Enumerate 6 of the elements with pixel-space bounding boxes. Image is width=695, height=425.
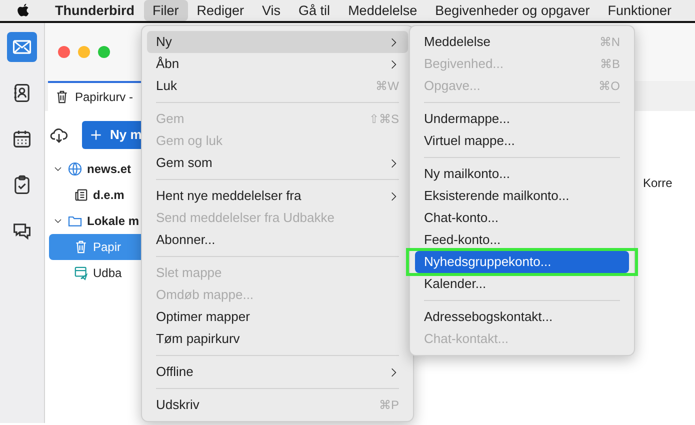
shortcut-text: ⌘N — [599, 34, 620, 51]
shortcut-text: ⇧⌘S — [368, 111, 399, 128]
shortcut-text: ⌘W — [376, 78, 399, 95]
shortcut-text: ⌘O — [598, 78, 620, 95]
shortcut-text: ⌘P — [378, 397, 399, 414]
shortcut-text: ⌘B — [600, 56, 620, 73]
